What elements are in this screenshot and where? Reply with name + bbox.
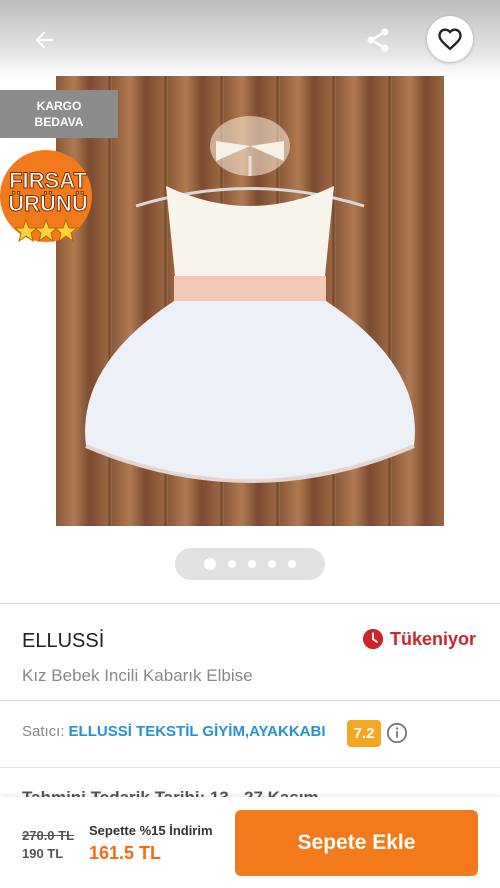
divider [0,767,500,768]
carousel-dot[interactable] [288,560,296,568]
heart-icon [438,28,462,51]
favorite-button[interactable] [427,16,473,62]
carousel-dot[interactable] [204,558,216,570]
current-price: 190 TL [22,846,64,861]
clock-icon [362,628,384,650]
firsat-line1: FIRSAT [9,168,87,193]
product-name: Kız Bebek Incili Kabarık Elbise [22,666,253,685]
top-bar [0,0,500,78]
stock-status-text: Tükeniyor [390,628,477,649]
product-brand[interactable]: ELLUSSİ [22,630,104,653]
kargo-line1: KARGO [36,99,82,113]
old-price: 270.0 TL [22,828,75,843]
arrow-left-icon [35,31,53,49]
product-image[interactable] [56,76,444,526]
seller-label: Satıcı: [22,723,65,740]
seller-name-link[interactable]: ELLUSSİ TEKSTİL GİYİM,AYAKKABI [69,723,326,740]
stock-status: Tükeniyor [362,628,476,650]
carousel-dot[interactable] [268,560,276,568]
discount-price: 161.5 TL [89,843,162,863]
carousel-indicator [175,548,325,580]
free-shipping-badge: KARGO BEDAVA [0,90,118,138]
seller-row: Satıcı: ELLUSSİ TEKSTİL GİYİM,AYAKKABI [22,723,326,740]
info-icon[interactable] [386,722,408,744]
carousel-dot[interactable] [228,560,236,568]
divider [0,603,500,604]
discount-label: Sepette %15 İndirim [89,823,213,838]
dress-illustration [85,116,415,483]
divider [0,700,500,701]
kargo-line2: BEDAVA [34,115,84,129]
add-to-cart-button[interactable]: Sepete Ekle [235,810,478,876]
carousel-dot[interactable] [248,560,256,568]
share-icon [367,28,389,52]
seller-rating-badge: 7.2 [347,720,381,747]
share-button[interactable] [356,20,400,60]
back-button[interactable] [20,20,68,60]
firsat-urunu-badge: FIRSAT ÜRÜNÜ [0,150,92,243]
firsat-line2: ÜRÜNÜ [8,191,87,216]
